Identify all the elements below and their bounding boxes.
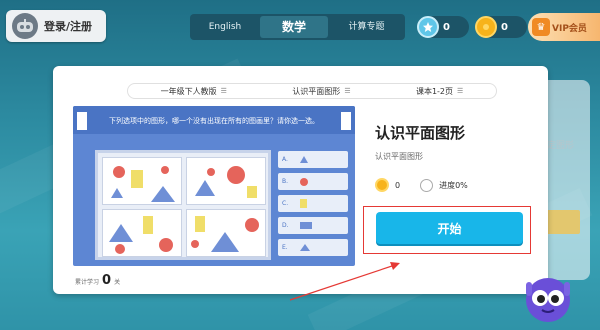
annotation-arrow (289, 262, 400, 301)
mascot-icon[interactable] (520, 268, 576, 324)
